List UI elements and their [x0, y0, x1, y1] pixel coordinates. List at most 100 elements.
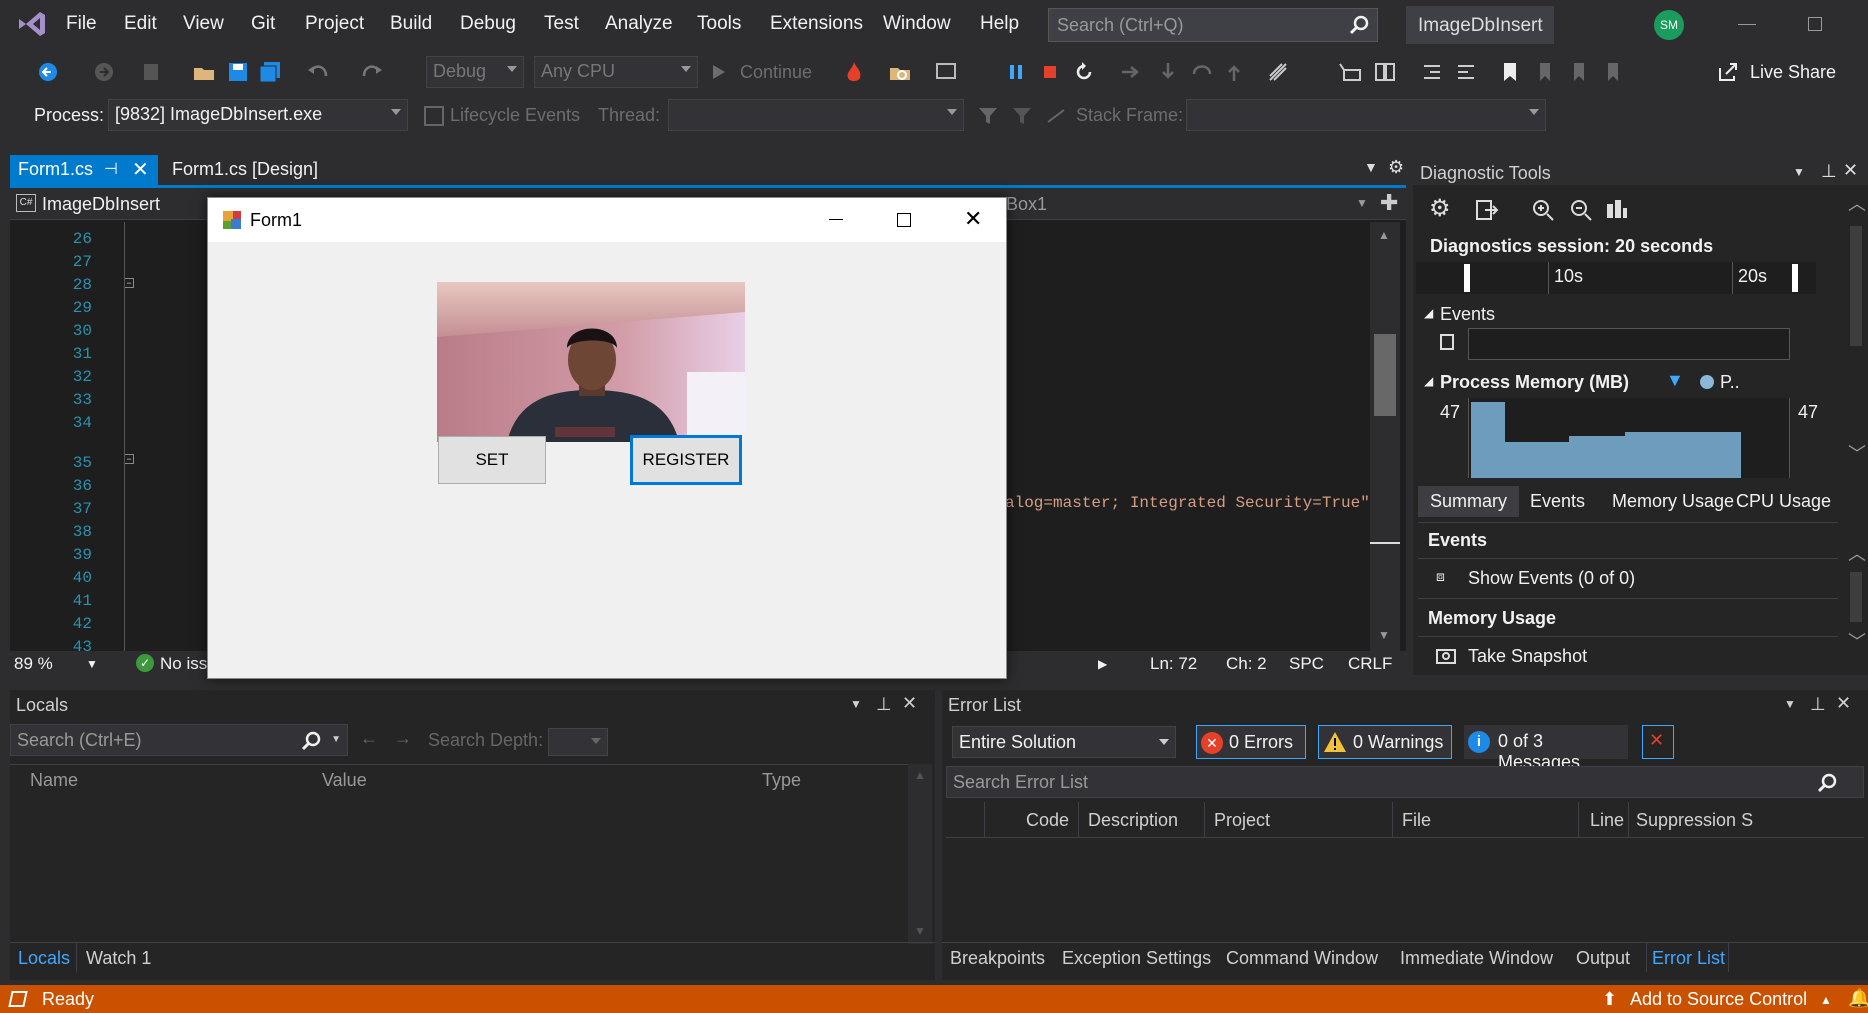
form1-window[interactable]: Form1 ✕ SET REGISTER	[207, 197, 1007, 679]
pin-icon[interactable]: ⊥	[1821, 161, 1837, 182]
back-arrow-icon[interactable]: ←	[360, 728, 378, 749]
tab-immediate-window[interactable]: Immediate Window	[1400, 948, 1553, 969]
warnings-filter-button[interactable]: 0 Warnings	[1318, 725, 1452, 759]
show-events-link[interactable]: Show Events (0 of 0)	[1468, 568, 1635, 589]
messages-filter-button[interactable]: i 0 of 3 Messages	[1464, 725, 1628, 772]
col-project[interactable]: Project	[1214, 810, 1270, 831]
member-dropdown[interactable]: Box1	[1006, 194, 1047, 215]
redo-icon[interactable]	[360, 60, 384, 84]
zoom-out-icon[interactable]	[1569, 198, 1593, 222]
tab-memory-usage[interactable]: Memory Usage	[1612, 491, 1734, 512]
scroll-down-icon[interactable]: ▼	[1378, 628, 1390, 642]
form-maximize-button[interactable]	[870, 198, 938, 242]
hot-reload-icon[interactable]	[842, 60, 866, 84]
scroll-up-icon[interactable]: ▲	[1378, 228, 1390, 242]
col-type[interactable]: Type	[762, 770, 801, 791]
scrollbar-thumb[interactable]	[1374, 334, 1396, 416]
search-options-icon[interactable]: ▼	[331, 734, 341, 745]
scroll-up-icon[interactable]: ︿	[1848, 190, 1866, 216]
step-out-icon[interactable]	[1222, 60, 1246, 84]
zoom-in-icon[interactable]	[1531, 198, 1555, 222]
step-into-icon[interactable]	[1156, 60, 1180, 84]
save-all-icon[interactable]	[258, 60, 282, 84]
col-file[interactable]: File	[1402, 810, 1431, 831]
live-share-button[interactable]: Live Share	[1750, 62, 1836, 83]
prev-bookmark-icon[interactable]	[1530, 60, 1554, 84]
config-select[interactable]: Debug	[426, 56, 524, 88]
col-line[interactable]: Line	[1590, 810, 1624, 831]
notifications-icon[interactable]: 🔔	[1848, 988, 1868, 1009]
thread-select[interactable]	[668, 99, 964, 131]
show-next-statement-icon[interactable]	[1118, 60, 1142, 84]
col-suppression[interactable]: Suppression S	[1636, 810, 1753, 831]
tab-list-icon[interactable]: ▼	[1364, 159, 1378, 175]
search-depth-select[interactable]	[548, 728, 608, 756]
search-icon[interactable]	[301, 731, 321, 751]
set-button[interactable]: SET	[438, 436, 546, 484]
pin-icon[interactable]: ⊥	[876, 694, 892, 715]
expand-memory-icon[interactable]: ◢	[1424, 374, 1433, 388]
export-icon[interactable]	[1475, 198, 1499, 222]
new-project-icon[interactable]	[140, 60, 164, 84]
panel-menu-icon[interactable]: ▼	[1793, 165, 1805, 179]
continue-button[interactable]: Continue	[740, 62, 812, 83]
error-search-input[interactable]: Search Error List	[946, 766, 1864, 798]
split-icon[interactable]: ✚	[1380, 190, 1398, 216]
reset-zoom-icon[interactable]	[1605, 198, 1629, 222]
find-files-icon[interactable]	[888, 60, 912, 84]
tab-summary[interactable]: Summary	[1418, 486, 1520, 517]
clear-bookmarks-icon[interactable]	[1598, 60, 1622, 84]
col-description[interactable]: Description	[1088, 810, 1178, 831]
tab-watch-1[interactable]: Watch 1	[86, 948, 151, 969]
issues-text[interactable]: No iss	[160, 654, 207, 674]
whitespace-mode[interactable]: SPC	[1289, 654, 1324, 674]
gear-icon[interactable]: ⚙	[1388, 157, 1404, 178]
menu-help[interactable]: Help	[980, 13, 1019, 35]
memory-graph[interactable]	[1468, 398, 1790, 478]
source-control-up-icon[interactable]: ▲	[1820, 993, 1832, 1007]
scrollbar-thumb[interactable]	[1850, 572, 1862, 622]
minimize-icon[interactable]	[1738, 24, 1756, 25]
menu-git[interactable]: Git	[251, 13, 275, 35]
menu-debug[interactable]: Debug	[460, 13, 516, 35]
tab-command-window[interactable]: Command Window	[1226, 948, 1378, 969]
forward-icon[interactable]	[92, 60, 116, 84]
back-icon[interactable]	[36, 60, 60, 84]
tab-error-list[interactable]: Error List	[1652, 948, 1725, 969]
menu-build[interactable]: Build	[390, 13, 432, 35]
build-intellisense-filter-button[interactable]: ✕	[1642, 725, 1674, 759]
panel-menu-icon[interactable]: ▼	[1784, 697, 1796, 711]
stack-frame-select[interactable]	[1186, 99, 1546, 131]
diag-summary-scrollbar[interactable]: ︿ ﹀	[1844, 540, 1868, 660]
menu-test[interactable]: Test	[544, 13, 579, 35]
tab-form1-design[interactable]: Form1.cs [Design]	[164, 155, 344, 185]
scroll-down-icon[interactable]: ﹀	[1848, 628, 1866, 654]
scope-select[interactable]: Entire Solution	[952, 726, 1176, 758]
tab-cpu-usage[interactable]: CPU Usage	[1736, 491, 1831, 512]
line-ending[interactable]: CRLF	[1348, 654, 1392, 674]
parallel-stacks-icon[interactable]	[1372, 60, 1396, 84]
panel-menu-icon[interactable]: ▼	[850, 697, 862, 711]
stop-icon[interactable]	[1038, 60, 1062, 84]
scrollbar-thumb[interactable]	[1850, 226, 1862, 346]
timeline-start-handle[interactable]	[1464, 264, 1470, 292]
tab-exception-settings[interactable]: Exception Settings	[1062, 948, 1211, 969]
step-over-icon[interactable]	[1190, 60, 1214, 84]
zoom-level[interactable]: 89 %	[14, 654, 53, 674]
menu-analyze[interactable]: Analyze	[605, 13, 673, 35]
scroll-up-icon[interactable]: ▲	[914, 768, 926, 782]
lifecycle-events-button[interactable]: Lifecycle Events	[450, 105, 580, 126]
diag-timeline-ruler[interactable]: 10s 20s	[1416, 262, 1816, 294]
tab-output[interactable]: Output	[1576, 948, 1630, 969]
menu-extensions[interactable]: Extensions	[770, 13, 863, 35]
tab-breakpoints[interactable]: Breakpoints	[950, 948, 1045, 969]
undo-icon[interactable]	[306, 60, 330, 84]
scroll-down-icon[interactable]: ▼	[914, 924, 926, 938]
events-track[interactable]	[1468, 328, 1790, 360]
close-icon[interactable]: ✕	[1836, 693, 1851, 714]
timeline-end-handle[interactable]	[1792, 264, 1798, 292]
pin-icon[interactable]: ⊥	[1810, 694, 1826, 715]
register-button[interactable]: REGISTER	[630, 435, 742, 485]
menu-tools[interactable]: Tools	[697, 13, 741, 35]
scroll-up-icon[interactable]: ︿	[1848, 540, 1866, 566]
